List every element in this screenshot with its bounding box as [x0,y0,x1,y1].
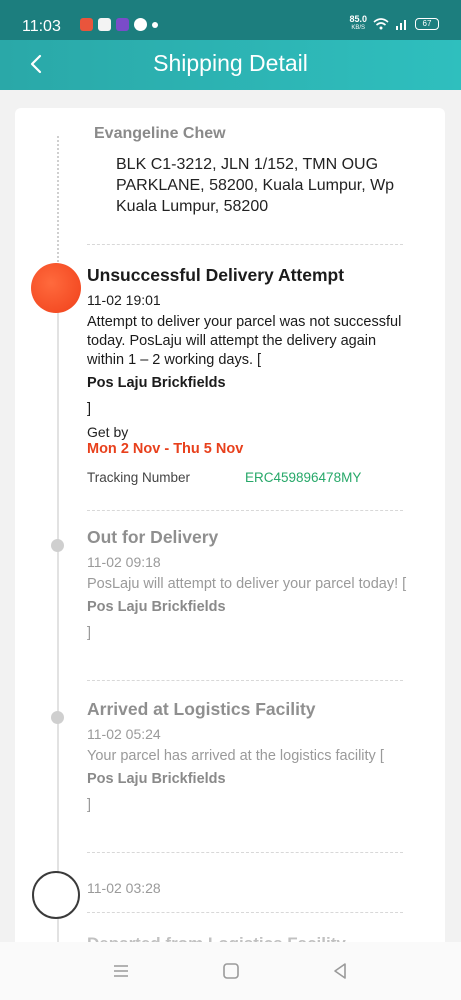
event-location: Pos Laju Brickfields [87,375,226,391]
status-bar: 11:03 85.0 KB/S 67 [0,0,461,40]
system-indicators: 85.0 KB/S 67 [349,15,439,33]
menu-icon[interactable] [110,960,132,982]
event-bracket: ] [87,401,92,417]
status-dot [51,539,64,552]
more-notifications-icon [152,22,158,28]
divider [87,852,403,853]
event-time: 11-02 05:24 [87,726,161,742]
divider [87,680,403,681]
heart-notification-icon [98,18,111,31]
app-notification-icon [116,18,129,31]
recipient-name: Evangeline Chew [94,125,226,142]
system-nav-bar [0,942,461,1000]
event-title: Arrived at Logistics Facility [87,699,316,719]
event-bracket: ] [87,797,92,813]
start-status-circle [32,871,80,919]
wifi-icon [373,18,389,30]
event-description: PosLaju will attempt to deliver your par… [87,576,407,592]
divider [87,510,403,511]
back-triangle-icon[interactable] [329,960,351,982]
chat-notification-icon [134,18,147,31]
shipping-timeline-card: Evangeline Chew BLK C1-3212, JLN 1/152, … [15,108,445,1000]
event-time: 11-02 09:18 [87,554,161,570]
event-location: Pos Laju Brickfields [87,599,226,615]
home-icon[interactable] [220,960,242,982]
signal-icon [396,20,406,30]
active-status-dot [31,263,81,313]
tracking-number-value[interactable]: ERC459896478MY [245,470,361,485]
battery-icon: 67 [415,18,439,30]
timeline-event-arrived-facility: Arrived at Logistics Facility 11-02 05:2… [87,698,407,815]
get-by-label: Get by [87,424,129,440]
get-by-dates: Mon 2 Nov - Thu 5 Nov [87,441,244,457]
timeline-event-out-for-delivery: Out for Delivery 11-02 09:18 PosLaju wil… [87,526,407,643]
event-time: 11-02 19:01 [87,292,161,308]
divider [87,912,403,913]
delivery-address: BLK C1-3212, JLN 1/152, TMN OUG PARKLANE… [116,156,395,215]
status-time: 11:03 [22,18,61,35]
event-location: Pos Laju Brickfields [87,771,226,787]
event-bracket: ] [87,625,92,641]
event-title: Out for Delivery [87,527,219,547]
event-description: Attempt to deliver your parcel was not s… [87,314,402,368]
timeline-event-unsuccessful-delivery: Unsuccessful Delivery Attempt 11-02 19:0… [87,264,407,419]
status-dot [51,711,64,724]
page-title: Shipping Detail [153,50,308,76]
event-description: Your parcel has arrived at the logistics… [87,748,384,764]
app-header: Shipping Detail [0,40,461,90]
divider [87,244,403,245]
network-speed: 85.0 KB/S [349,14,367,32]
event-title: Unsuccessful Delivery Attempt [87,265,345,285]
timeline-event-time-only: 11-02 03:28 [87,874,407,897]
notification-icons [80,18,158,31]
tracking-number-label: Tracking Number [87,470,191,485]
app-notification-icon [80,18,93,31]
event-time: 11-02 03:28 [87,880,161,896]
